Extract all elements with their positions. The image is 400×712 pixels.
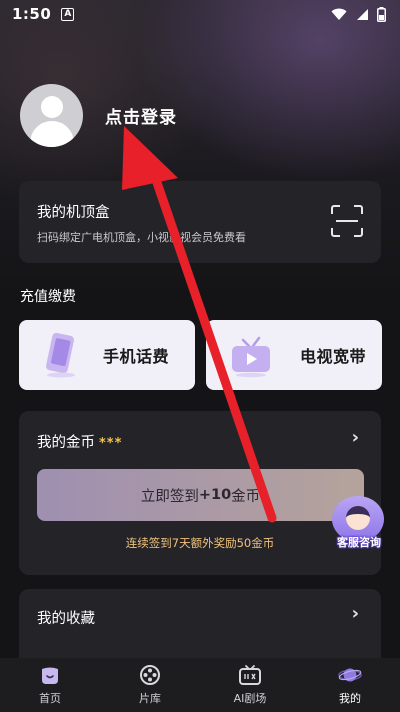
tab-mine-label: 我的 <box>339 692 361 705</box>
home-icon <box>42 667 58 684</box>
tv-icon <box>232 336 270 378</box>
phone-bill-label: 手机话费 <box>103 347 170 366</box>
set-top-box-title: 我的机顶盒 <box>37 205 110 221</box>
status-time: 1:50 <box>12 5 52 23</box>
favorites-chevron-right-icon[interactable]: › <box>352 603 359 624</box>
tab-home[interactable]: 首页 <box>0 658 100 712</box>
coins-title[interactable]: 我的金币 *** <box>37 431 122 452</box>
mobile-phone-icon <box>46 332 75 378</box>
notification-icon: A <box>61 7 75 21</box>
signin-prefix: 立即签到 <box>140 488 199 505</box>
tv-broadband-button[interactable]: 电视宽带 <box>206 320 382 390</box>
tv-icon <box>239 665 261 685</box>
profile-planet-icon <box>338 668 362 682</box>
signin-bonus: +10 <box>198 487 232 503</box>
bottom-tab-bar: 首页 片库 AI剧场 我的 <box>0 658 400 712</box>
film-reel-icon <box>140 665 160 685</box>
customer-service-button[interactable]: 客服咨询 <box>330 496 388 552</box>
status-bar: 1:50 A <box>0 0 400 28</box>
customer-service-label: 客服咨询 <box>337 536 381 549</box>
tab-ai-theater[interactable]: AI剧场 <box>200 658 300 712</box>
tv-broadband-label: 电视宽带 <box>300 347 367 366</box>
battery-icon <box>377 6 386 22</box>
tab-mine[interactable]: 我的 <box>300 658 400 712</box>
login-link[interactable]: 点击登录 <box>105 103 177 128</box>
tab-ai-theater-label: AI剧场 <box>233 692 267 705</box>
login-profile[interactable]: 点击登录 <box>20 84 177 147</box>
coins-title-text: 我的金币 <box>37 435 95 451</box>
tab-library[interactable]: 片库 <box>100 658 200 712</box>
signin-button[interactable]: 立即签到 +10 金币 <box>37 469 364 521</box>
favorites-card[interactable]: 我的收藏 › <box>19 589 381 669</box>
avatar[interactable] <box>20 84 83 147</box>
tab-library-label: 片库 <box>139 692 161 705</box>
signin-reward-note: 连续签到7天额外奖励50金币 <box>125 536 275 550</box>
coins-stars: *** <box>99 436 123 451</box>
coins-card: 我的金币 *** › 立即签到 +10 金币 连续签到7天额外奖励50金币 <box>19 411 381 575</box>
wifi-icon <box>331 8 347 20</box>
set-top-box-subtitle: 扫码绑定广电机顶盒，小视影视会员免费看 <box>37 231 246 244</box>
tab-home-label: 首页 <box>39 692 61 705</box>
coins-chevron-right-icon[interactable]: › <box>352 427 359 448</box>
favorites-title: 我的收藏 <box>37 611 95 627</box>
set-top-box-card[interactable]: 我的机顶盒 扫码绑定广电机顶盒，小视影视会员免费看 <box>19 181 381 263</box>
signin-suffix: 金币 <box>231 488 261 505</box>
scan-icon[interactable] <box>331 205 363 237</box>
recharge-section-title: 充值缴费 <box>20 289 76 305</box>
signal-icon <box>357 8 368 20</box>
phone-bill-button[interactable]: 手机话费 <box>19 320 195 390</box>
